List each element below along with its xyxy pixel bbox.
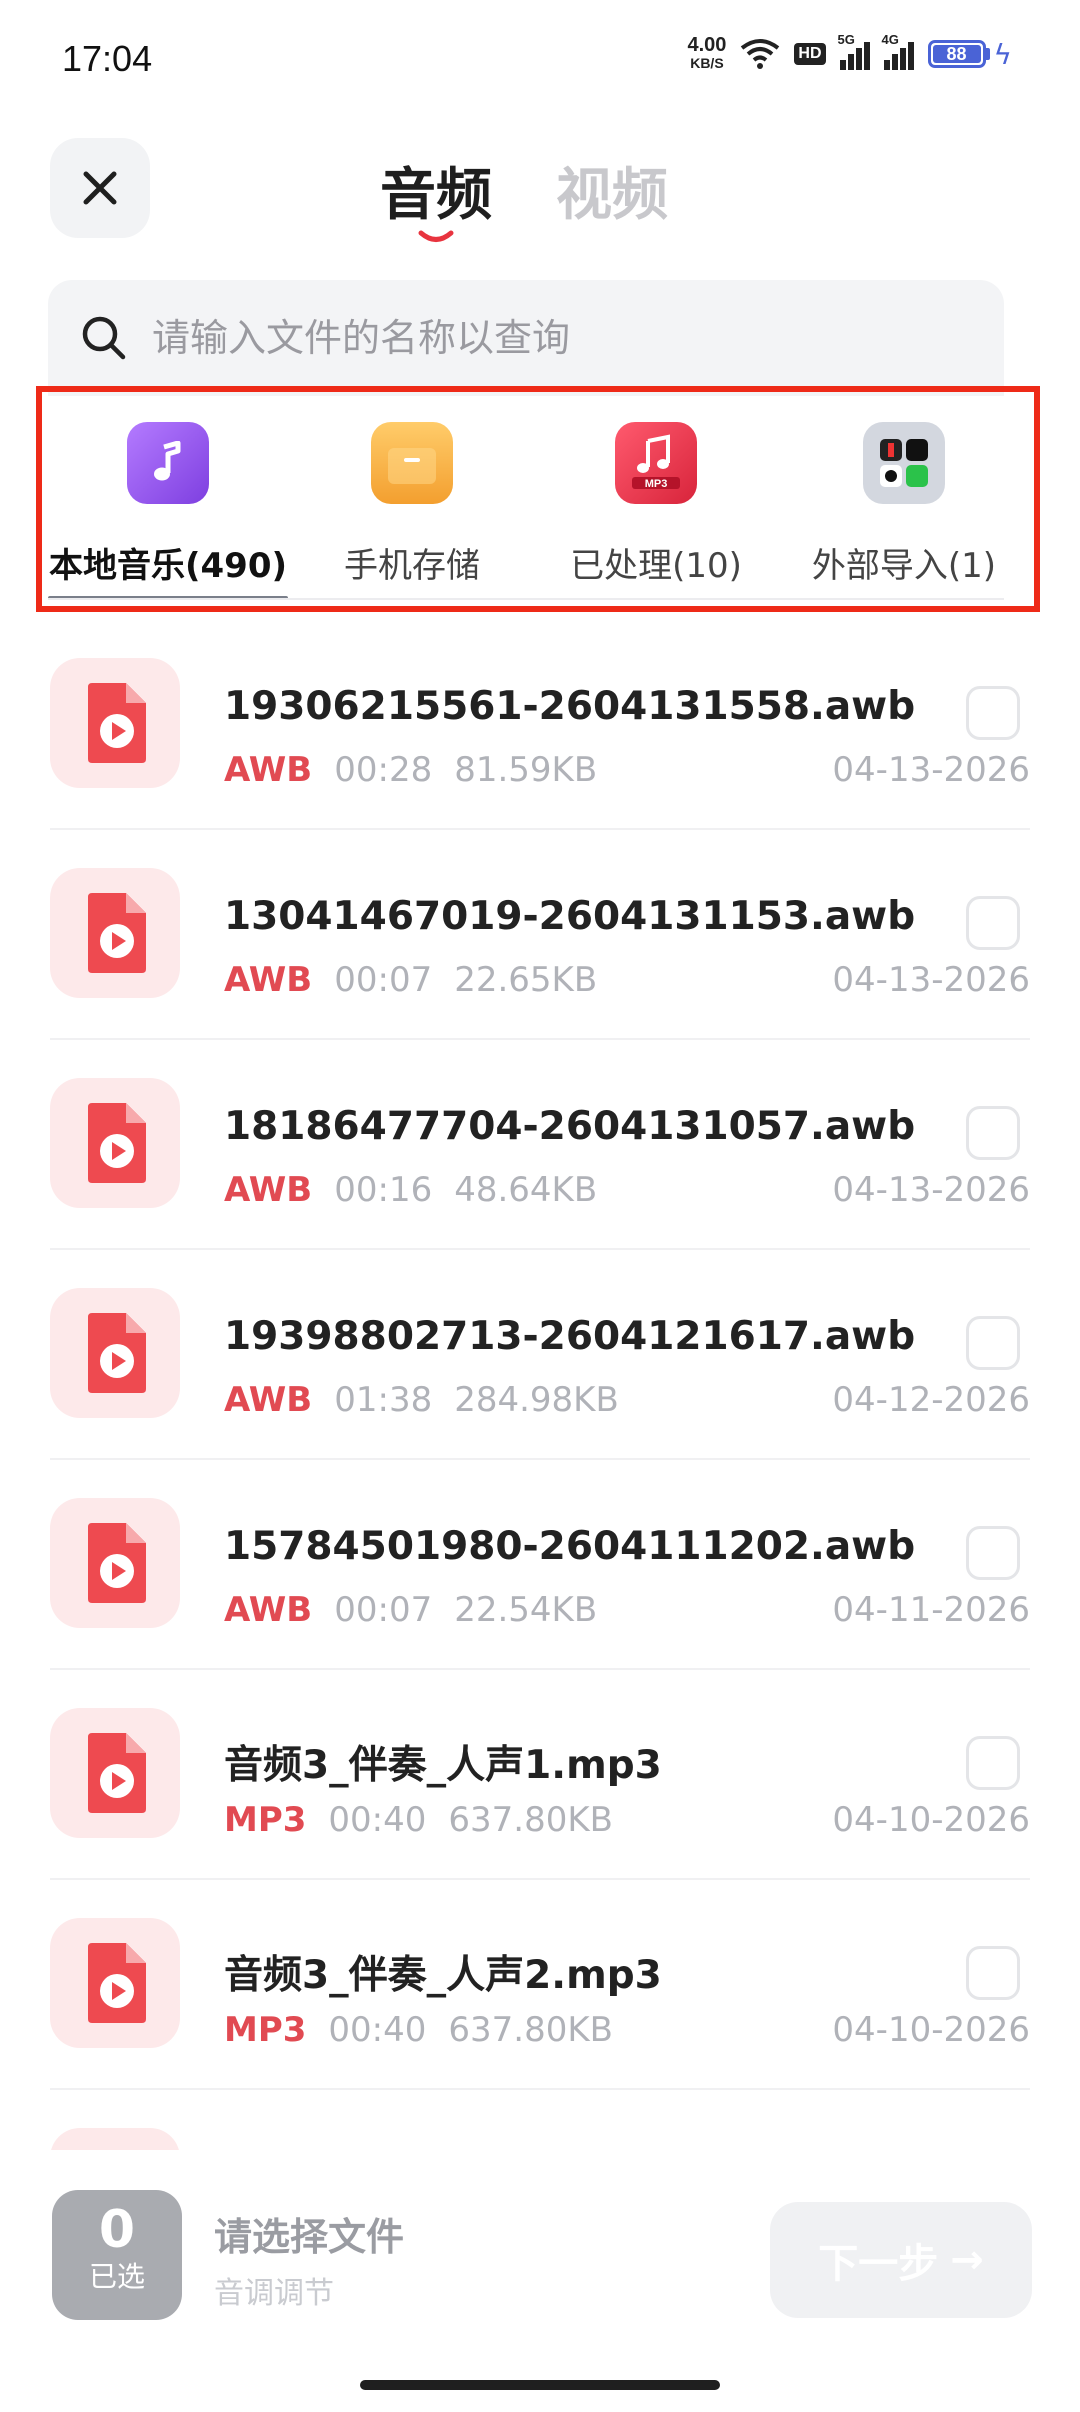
mp3-icon: MP3 <box>615 422 697 504</box>
search-input[interactable] <box>152 306 972 370</box>
file-meta: AWB 00:28 81.59KB <box>224 750 598 790</box>
svg-text:MP3: MP3 <box>645 478 668 490</box>
next-step-button[interactable]: 下一步 → <box>770 2202 1032 2318</box>
file-date: 04-10-2026 <box>832 2010 1030 2050</box>
status-bar: 17:04 4.00 KB/S HD 5G 4G 88 ϟ <box>0 0 1080 120</box>
audio-file-icon <box>50 1288 180 1418</box>
search-bar <box>48 280 1004 396</box>
network-speed: 4.00 KB/S <box>687 34 727 71</box>
file-name: 19306215561-2604131558.awb <box>224 684 916 729</box>
file-name: 19398802713-2604121617.awb <box>224 1314 916 1359</box>
music-note-icon <box>127 422 209 504</box>
file-name: 15784501980-2604111202.awb <box>224 1524 916 1569</box>
category-strip: 本地音乐(490) 手机存储 MP3 已处理(10) 外部导入(1) <box>48 412 1032 608</box>
file-name: 18186477704-2604131057.awb <box>224 1104 916 1149</box>
charging-icon: ϟ <box>993 37 1012 71</box>
signal-5g-icon: 5G <box>838 32 870 70</box>
audio-file-icon <box>50 658 180 788</box>
status-icons: 4.00 KB/S HD 5G 4G 88 ϟ <box>687 32 1012 72</box>
file-date: 04-12-2026 <box>832 1380 1030 1420</box>
close-button[interactable] <box>50 138 150 238</box>
wifi-icon <box>741 39 780 69</box>
file-meta: AWB 00:07 22.65KB <box>224 960 598 1000</box>
file-meta: MP3 00:40 637.80KB <box>224 2010 613 2050</box>
select-checkbox[interactable] <box>966 1106 1020 1160</box>
audio-file-icon <box>50 1918 180 2048</box>
battery-icon: 88 ϟ <box>927 37 1012 71</box>
select-checkbox[interactable] <box>966 686 1020 740</box>
select-checkbox[interactable] <box>966 1736 1020 1790</box>
list-item[interactable]: 音频3_伴奏_人声1.mp3 MP3 00:40 637.80KB 04-10-20… <box>0 1670 1080 1880</box>
file-date: 04-13-2026 <box>832 1170 1030 1210</box>
category-external-import[interactable]: 外部导入(1) <box>784 412 1024 608</box>
audio-file-icon <box>50 868 180 998</box>
bottom-selection-bar: 0 已选 请选择文件 音调调节 下一步 → <box>0 2150 1080 2412</box>
file-date: 04-10-2026 <box>832 1800 1030 1840</box>
selected-count-badge: 0 已选 <box>52 2190 182 2320</box>
media-tabs: 音频 视频 <box>380 150 668 242</box>
list-item[interactable]: 15784501980-2604111202.awb AWB 00:07 22.54… <box>0 1460 1080 1670</box>
file-date: 04-13-2026 <box>832 750 1030 790</box>
apps-grid-icon <box>863 422 945 504</box>
selection-subtitle: 音调调节 <box>214 2276 334 2311</box>
file-meta: AWB 00:16 48.64KB <box>224 1170 598 1210</box>
list-item[interactable]: 18186477704-2604131057.awb AWB 00:16 48.64… <box>0 1040 1080 1250</box>
select-checkbox[interactable] <box>966 1316 1020 1370</box>
arrow-right-icon: → <box>950 2237 984 2283</box>
storage-icon <box>371 422 453 504</box>
category-local-music[interactable]: 本地音乐(490) <box>48 412 288 608</box>
file-name: 13041467019-2604131153.awb <box>224 894 916 939</box>
file-name: 音频3_伴奏_人声1.mp3 <box>224 1743 662 1788</box>
list-item[interactable]: 19398802713-2604121617.awb AWB 01:38 284.9… <box>0 1250 1080 1460</box>
active-tab-indicator <box>418 230 454 242</box>
close-icon <box>83 171 117 205</box>
file-date: 04-11-2026 <box>832 1590 1030 1630</box>
list-item[interactable]: 音频3_伴奏_人声2.mp3 MP3 00:40 637.80KB 04-10-20… <box>0 1880 1080 2090</box>
selection-title: 请选择文件 <box>214 2215 405 2259</box>
category-phone-storage[interactable]: 手机存储 <box>292 412 532 608</box>
audio-file-icon <box>50 1078 180 1208</box>
audio-file-icon <box>50 1498 180 1628</box>
list-item[interactable]: 13041467019-2604131153.awb AWB 00:07 22.65… <box>0 830 1080 1040</box>
audio-file-icon <box>50 1708 180 1838</box>
hd-badge: HD <box>794 43 826 65</box>
select-checkbox[interactable] <box>966 1946 1020 2000</box>
list-item[interactable]: 19306215561-2604131558.awb AWB 00:28 81.59… <box>0 620 1080 830</box>
select-checkbox[interactable] <box>966 896 1020 950</box>
select-checkbox[interactable] <box>966 1526 1020 1580</box>
tab-audio[interactable]: 音频 <box>380 150 492 242</box>
file-date: 04-13-2026 <box>832 960 1030 1000</box>
file-name: 音频3_伴奏_人声2.mp3 <box>224 1953 662 1998</box>
status-time: 17:04 <box>62 38 153 79</box>
category-processed[interactable]: MP3 已处理(10) <box>536 412 776 608</box>
file-meta: AWB 01:38 284.98KB <box>224 1380 619 1420</box>
file-meta: AWB 00:07 22.54KB <box>224 1590 598 1630</box>
file-meta: MP3 00:40 637.80KB <box>224 1800 613 1840</box>
home-indicator[interactable] <box>360 2380 720 2390</box>
tab-video[interactable]: 视频 <box>556 150 668 231</box>
list-item-partial[interactable] <box>0 2090 1080 2150</box>
category-divider <box>48 598 1004 600</box>
search-icon <box>82 316 126 360</box>
audio-file-icon <box>50 2128 180 2150</box>
signal-4g-icon: 4G <box>882 32 914 70</box>
